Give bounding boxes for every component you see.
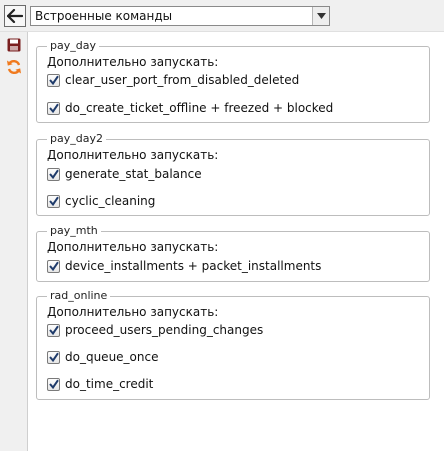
command-select[interactable]: Встроенные команды	[30, 6, 330, 26]
group-pay-mth: pay_mth Дополнительно запускать: device_…	[36, 224, 430, 282]
checkbox-label: do_time_credit	[65, 377, 154, 391]
checkbox-row[interactable]: clear_user_port_from_disabled_deleted	[47, 72, 299, 88]
checkbox-row[interactable]: device_installments + packet_installment…	[47, 258, 321, 274]
checkbox-row[interactable]: do_create_ticket_offline + freezed + blo…	[47, 100, 333, 116]
checkbox[interactable]	[47, 323, 60, 337]
checkbox-label: cyclic_cleaning	[65, 194, 156, 208]
checkbox-label: proceed_users_pending_changes	[65, 323, 264, 337]
command-select-value: Встроенные команды	[35, 9, 173, 23]
group-subtitle: Дополнительно запускать:	[47, 305, 219, 319]
checkbox-label: do_queue_once	[65, 350, 159, 364]
checkbox-label: clear_user_port_from_disabled_deleted	[65, 73, 300, 87]
checkbox-row[interactable]: cyclic_cleaning	[47, 193, 155, 209]
checkbox[interactable]	[47, 167, 60, 181]
checkbox-label: generate_stat_balance	[65, 167, 202, 181]
checkbox-label: device_installments + packet_installment…	[65, 259, 322, 273]
group-title: rad_online	[47, 289, 111, 303]
group-rad-online: rad_online Дополнительно запускать: proc…	[36, 289, 430, 400]
checkbox[interactable]	[47, 350, 60, 364]
checkbox[interactable]	[47, 194, 60, 208]
checkbox[interactable]	[47, 73, 60, 87]
group-pay-day: pay_day Дополнительно запускать: clear_u…	[36, 39, 430, 123]
checkbox-label: do_create_ticket_offline + freezed + blo…	[65, 101, 334, 115]
checkbox-row[interactable]: do_time_credit	[47, 376, 153, 392]
checkbox-row[interactable]: proceed_users_pending_changes	[47, 322, 263, 338]
group-subtitle: Дополнительно запускать:	[47, 148, 219, 162]
save-icon[interactable]	[5, 36, 23, 54]
group-subtitle: Дополнительно запускать:	[47, 240, 219, 254]
checkbox-row[interactable]: do_queue_once	[47, 349, 158, 365]
refresh-icon[interactable]	[5, 58, 23, 76]
group-pay-day2: pay_day2 Дополнительно запускать: genera…	[36, 132, 430, 216]
checkbox[interactable]	[47, 101, 60, 115]
group-title: pay_mth	[47, 224, 101, 238]
chevron-down-icon[interactable]	[312, 7, 329, 25]
arrow-left-icon[interactable]	[4, 5, 26, 27]
group-subtitle: Дополнительно запускать:	[47, 55, 219, 69]
group-title: pay_day	[47, 39, 99, 53]
checkbox-row[interactable]: generate_stat_balance	[47, 166, 202, 182]
main-content: pay_day Дополнительно запускать: clear_u…	[28, 32, 444, 451]
checkbox[interactable]	[47, 259, 60, 273]
group-title: pay_day2	[47, 132, 106, 146]
checkbox[interactable]	[47, 377, 60, 391]
sidebar	[0, 32, 28, 451]
top-toolbar: Встроенные команды	[0, 0, 444, 32]
